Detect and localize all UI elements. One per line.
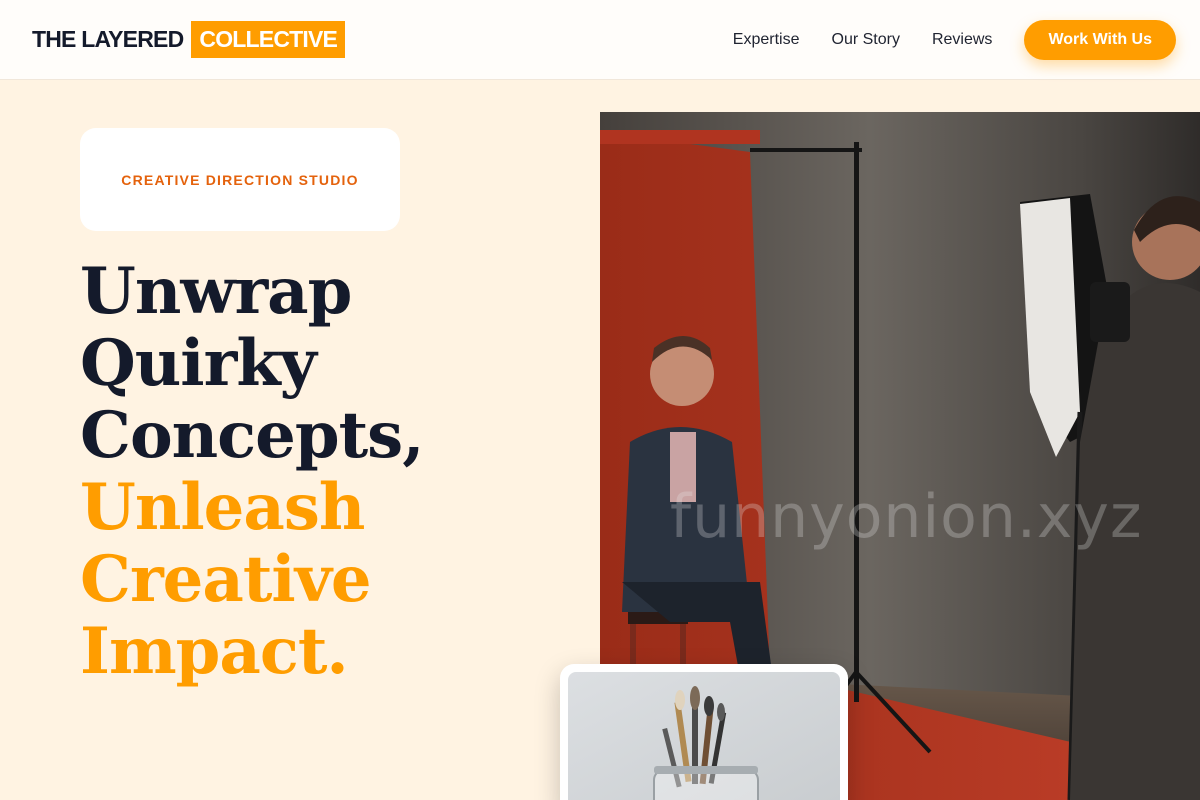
headline-line-accent: Impact. [80, 614, 349, 689]
nav-link-expertise[interactable]: Expertise [733, 31, 800, 49]
nav-link-reviews[interactable]: Reviews [932, 31, 992, 49]
headline-line: Quirky [80, 326, 317, 401]
headline-line-accent: Unleash [80, 470, 365, 545]
work-with-us-button[interactable]: Work With Us [1024, 20, 1176, 60]
photo-watermark: funnyonion.xyz [670, 482, 1143, 552]
nav-link-our-story[interactable]: Our Story [832, 31, 900, 49]
tagline-card: CREATIVE DIRECTION STUDIO [80, 128, 400, 231]
headline-line: Concepts, [80, 398, 424, 473]
logo-text: THE LAYERED [32, 26, 184, 52]
logo-highlight: COLLECTIVE [191, 21, 346, 58]
site-header: THE LAYERED COLLECTIVE Expertise Our Sto… [0, 0, 1200, 80]
brushes-jar-image [568, 672, 840, 800]
hero-headline: Unwrap Quirky Concepts, Unleash Creative… [80, 254, 424, 689]
headline-line-accent: Creative [80, 542, 372, 617]
headline-line: Unwrap [80, 254, 352, 329]
main-nav: Expertise Our Story Reviews Work With Us [733, 0, 1176, 80]
logo[interactable]: THE LAYERED COLLECTIVE [32, 21, 346, 58]
tagline: CREATIVE DIRECTION STUDIO [121, 171, 359, 188]
brushes-image-card [560, 664, 848, 800]
